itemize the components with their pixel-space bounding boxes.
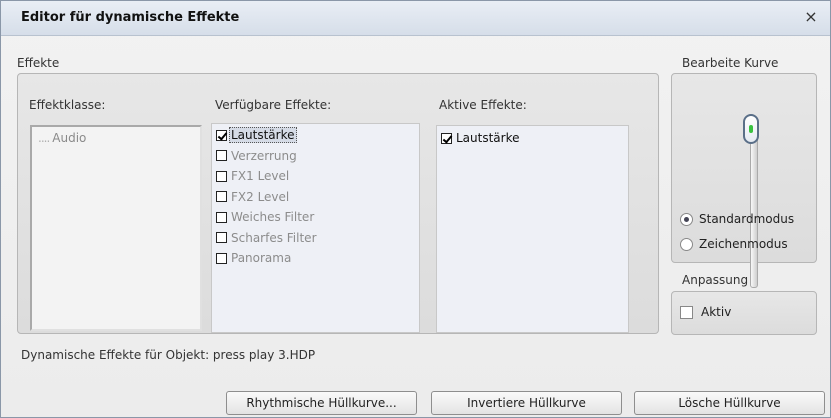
rhythmic-envelope-button[interactable]: Rhythmische Hüllkurve... xyxy=(226,391,417,415)
available-effect-label: FX1 Level xyxy=(231,169,290,183)
radio-draw-label: Zeichenmodus xyxy=(699,237,788,251)
effects-panel: Effektklasse: .... Audio Verfügbare Effek… xyxy=(17,73,659,334)
slider-indicator-led xyxy=(749,125,753,133)
available-effect-checkbox[interactable] xyxy=(216,170,227,182)
dynamic-effects-dialog: Editor für dynamische Effekte × Effekte … xyxy=(0,0,831,418)
active-effect-item[interactable]: Lautstärke xyxy=(441,129,520,147)
active-checkbox-row[interactable]: Aktiv xyxy=(680,305,731,319)
available-effect-checkbox[interactable] xyxy=(216,252,227,264)
title-bar[interactable]: Editor für dynamische Effekte × xyxy=(1,1,830,36)
effect-class-tree[interactable]: .... Audio xyxy=(30,125,202,331)
effects-group-label: Effekte xyxy=(17,56,60,70)
radio-standard-button[interactable] xyxy=(680,212,693,226)
available-effects-label: Verfügbare Effekte: xyxy=(215,98,332,112)
close-icon[interactable]: × xyxy=(802,8,820,26)
active-checkbox[interactable] xyxy=(680,305,693,319)
curve-panel: Standardmodus Zeichenmodus xyxy=(671,73,817,288)
invert-envelope-button[interactable]: Invertiere Hüllkurve xyxy=(431,391,622,415)
active-effects-label: Aktive Effekte: xyxy=(439,98,527,112)
available-effect-checkbox[interactable] xyxy=(216,150,227,161)
available-effect-label: Scharfes Filter xyxy=(231,230,317,245)
active-checkbox-label: Aktiv xyxy=(701,305,732,319)
tree-item-audio[interactable]: .... Audio xyxy=(38,131,86,145)
radio-standard-label: Standardmodus xyxy=(699,212,795,226)
adjust-panel: Aktiv xyxy=(671,291,817,335)
active-effect-checkbox[interactable] xyxy=(441,132,452,144)
available-effect-checkbox[interactable] xyxy=(216,211,227,223)
available-effect-label: Verzerrung xyxy=(231,148,297,163)
available-effect-item[interactable]: Panorama xyxy=(216,249,291,267)
available-effect-item[interactable]: Lautstärke xyxy=(216,126,297,144)
available-effect-label: Panorama xyxy=(231,251,292,265)
radio-draw-mode[interactable]: Zeichenmodus xyxy=(680,237,788,251)
available-effect-item[interactable]: Verzerrung xyxy=(216,147,297,165)
radio-draw-button[interactable] xyxy=(680,237,693,251)
available-effect-item[interactable]: Weiches Filter xyxy=(216,208,314,226)
available-effect-checkbox[interactable] xyxy=(216,191,227,202)
available-effects-list[interactable]: Lautstärke Verzerrung FX1 Level FX2 Level We… xyxy=(211,123,420,333)
active-effects-list[interactable]: Lautstärke xyxy=(436,125,629,333)
available-effect-item[interactable]: FX2 Level xyxy=(216,188,289,206)
tree-connector: .... xyxy=(38,131,50,145)
curve-slider-track[interactable] xyxy=(750,126,758,288)
adjust-group-label: Anpassung xyxy=(682,273,749,287)
status-text: Dynamische Effekte für Objekt: press pla… xyxy=(21,348,316,362)
tree-item-label: Audio xyxy=(52,131,87,145)
available-effect-label: Weiches Filter xyxy=(231,210,315,224)
available-effect-label: FX2 Level xyxy=(231,189,290,204)
radio-standard-mode[interactable]: Standardmodus xyxy=(680,212,794,226)
window-title: Editor für dynamische Effekte xyxy=(21,10,240,25)
available-effect-item[interactable]: FX1 Level xyxy=(216,167,289,185)
available-effect-checkbox[interactable] xyxy=(216,232,227,243)
curve-group-label: Bearbeite Kurve xyxy=(682,56,779,70)
effect-class-label: Effektklasse: xyxy=(29,98,106,112)
curve-slider-thumb[interactable] xyxy=(743,114,759,144)
available-effect-label: Lautstärke xyxy=(229,127,297,143)
available-effect-checkbox[interactable] xyxy=(216,129,227,141)
delete-envelope-button[interactable]: Lösche Hüllkurve xyxy=(634,391,825,415)
active-effect-label: Lautstärke xyxy=(456,131,520,145)
available-effect-item[interactable]: Scharfes Filter xyxy=(216,229,317,247)
